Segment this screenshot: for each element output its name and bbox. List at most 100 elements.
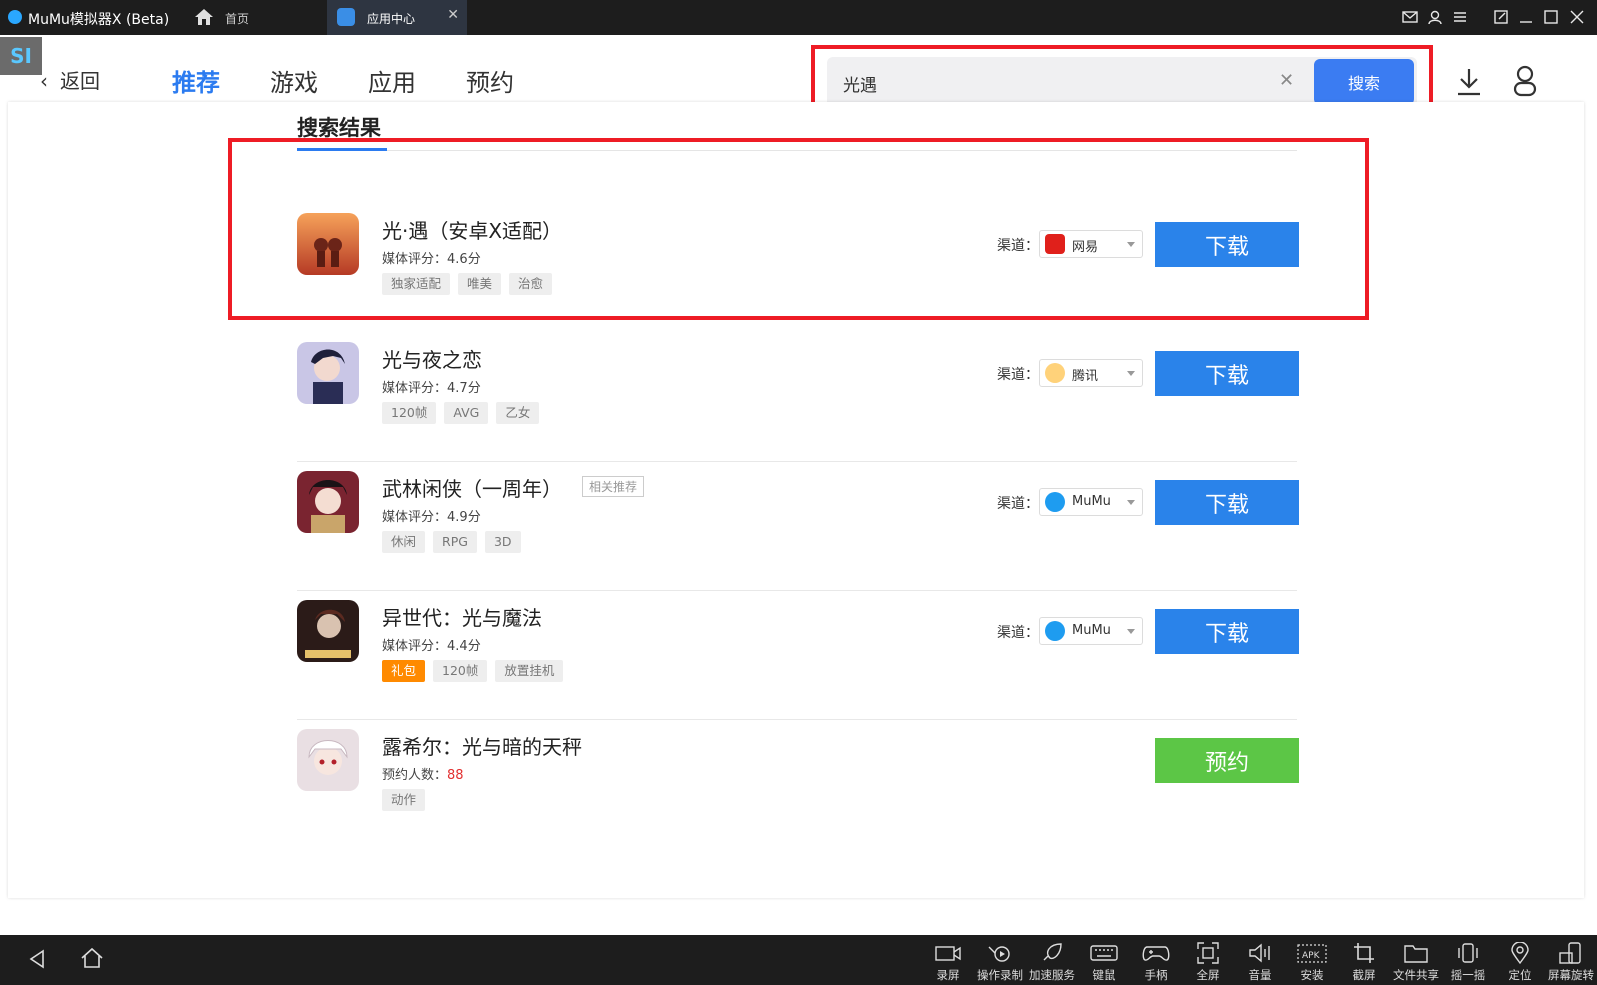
fullscreen-icon	[1182, 941, 1234, 965]
tool-file-share[interactable]: 文件共享	[1390, 941, 1442, 983]
android-back-icon[interactable]	[28, 949, 46, 973]
reserve-count: 预约人数：88	[382, 768, 464, 783]
tab-app-center[interactable]: 应用中心 ✕	[327, 0, 467, 35]
result-item[interactable]: 露希尔：光与暗的天秤 预约人数：88 动作 预约	[297, 729, 1299, 849]
tool-rotate[interactable]: 屏幕旋转	[1545, 941, 1597, 983]
tab-reserve[interactable]: 预约	[466, 63, 514, 98]
keyboard-icon	[1078, 941, 1130, 965]
folder-icon	[1390, 941, 1442, 965]
tag: 休闲	[382, 531, 426, 553]
download-button[interactable]: 下载	[1155, 609, 1299, 654]
app-title: MuMu模拟器X (Beta)	[28, 12, 170, 28]
app-rating: 媒体评分：4.9分	[382, 510, 481, 525]
tab-app-center-label: 应用中心	[367, 12, 416, 26]
download-button[interactable]: 下载	[1155, 480, 1299, 525]
app-icon-wulin[interactable]	[297, 471, 359, 533]
tool-keymap[interactable]: 键鼠	[1078, 941, 1130, 983]
minimize-icon[interactable]	[1515, 6, 1537, 28]
app-icon-light-and-night[interactable]	[297, 342, 359, 404]
app-center-icon	[337, 8, 355, 26]
mumu-channel-icon	[1045, 492, 1065, 512]
reserve-button[interactable]: 预约	[1155, 738, 1299, 783]
app-icon-chronicle[interactable]	[297, 600, 359, 662]
tool-macro-record[interactable]: 操作录制	[974, 941, 1026, 983]
channel-name: MuMu	[1072, 494, 1111, 509]
tab-close-icon[interactable]: ✕	[447, 7, 459, 23]
channel-label: 渠道：	[997, 367, 1039, 383]
tab-recommend[interactable]: 推荐	[172, 63, 220, 98]
account-icon[interactable]	[1424, 6, 1446, 28]
home-tab-label[interactable]: 首页	[225, 10, 249, 27]
tool-shake[interactable]: 摇一摇	[1442, 941, 1494, 983]
tab-games[interactable]: 游戏	[270, 63, 318, 98]
tab-apps[interactable]: 应用	[368, 63, 416, 98]
back-label: 返回	[60, 69, 100, 93]
app-tags: 120帧 AVG 乙女	[382, 402, 540, 424]
channel-name: 腾讯	[1072, 369, 1099, 384]
tool-record-screen[interactable]: 录屏	[922, 941, 974, 983]
result-item[interactable]: 武林闲侠（一周年） 相关推荐 媒体评分：4.9分 休闲 RPG 3D 渠道： M…	[297, 471, 1299, 591]
row-divider	[297, 461, 1297, 462]
tool-fullscreen[interactable]: 全屏	[1182, 941, 1234, 983]
tool-install-apk[interactable]: APK 安装	[1286, 941, 1338, 983]
close-window-icon[interactable]	[1566, 6, 1588, 28]
app-name[interactable]: 异世代：光与魔法	[382, 602, 542, 631]
tag: AVG	[444, 402, 489, 424]
channel-select[interactable]: MuMu	[1039, 617, 1143, 645]
tag: 120帧	[433, 660, 488, 682]
app-name[interactable]: 武林闲侠（一周年）	[382, 473, 562, 502]
user-center-icon[interactable]	[1512, 65, 1538, 101]
bottom-toolbar: 录屏 操作录制 加速服务 键鼠 手柄 全屏 音量 APK 安装 截屏 文件共享 …	[0, 935, 1597, 985]
download-button[interactable]: 下载	[1155, 351, 1299, 396]
android-home-icon[interactable]	[80, 947, 104, 973]
result-item[interactable]: 异世代：光与魔法 媒体评分：4.4分 礼包 120帧 放置挂机 渠道： MuMu…	[297, 600, 1299, 720]
tool-accelerate[interactable]: 加速服务	[1026, 941, 1078, 983]
tag: RPG	[433, 531, 477, 553]
gift-tag: 礼包	[382, 660, 426, 682]
camera-icon	[922, 941, 974, 965]
tag: 3D	[484, 531, 521, 553]
tool-screenshot[interactable]: 截屏	[1338, 941, 1390, 983]
download-manager-icon[interactable]	[1456, 67, 1482, 101]
app-icon-lucille[interactable]	[297, 729, 359, 791]
chevron-down-icon	[1127, 500, 1135, 505]
chevron-left-icon: ‹	[40, 69, 48, 93]
channel-select[interactable]: MuMu	[1039, 488, 1143, 516]
tool-gamepad[interactable]: 手柄	[1130, 941, 1182, 983]
app-tags: 休闲 RPG 3D	[382, 531, 521, 553]
home-icon[interactable]	[194, 8, 214, 30]
tool-location[interactable]: 定位	[1494, 941, 1546, 983]
result-item[interactable]: 光与夜之恋 媒体评分：4.7分 120帧 AVG 乙女 渠道： 腾讯 下载	[297, 342, 1299, 462]
gamepad-icon	[1130, 941, 1182, 965]
apk-icon: APK	[1286, 941, 1338, 965]
app-name[interactable]: 露希尔：光与暗的天秤	[382, 731, 582, 760]
mumu-logo-icon	[8, 10, 22, 24]
result-highlight-box	[228, 138, 1369, 320]
rocket-icon	[1026, 941, 1078, 965]
restore-small-icon[interactable]	[1490, 6, 1512, 28]
app-tags: 动作	[382, 789, 426, 811]
app-rating: 媒体评分：4.7分	[382, 381, 481, 396]
shake-icon	[1442, 941, 1494, 965]
chevron-down-icon	[1127, 629, 1135, 634]
mumu-channel-icon	[1045, 621, 1065, 641]
tencent-logo-icon	[1045, 363, 1065, 383]
channel-label: 渠道：	[997, 625, 1039, 641]
channel-select[interactable]: 腾讯	[1039, 359, 1143, 387]
mail-icon[interactable]	[1399, 6, 1421, 28]
user-avatar[interactable]: SI	[0, 37, 42, 75]
back-button[interactable]: ‹ 返回	[40, 65, 100, 94]
channel-label: 渠道：	[997, 496, 1039, 512]
channel-name: MuMu	[1072, 623, 1111, 638]
tool-volume[interactable]: 音量	[1234, 941, 1286, 983]
related-recommend-badge: 相关推荐	[582, 476, 645, 497]
location-pin-icon	[1494, 941, 1546, 965]
maximize-icon[interactable]	[1540, 6, 1562, 28]
volume-icon	[1234, 941, 1286, 965]
menu-icon[interactable]	[1449, 6, 1471, 28]
row-divider	[297, 719, 1297, 720]
app-name[interactable]: 光与夜之恋	[382, 344, 482, 373]
row-divider	[297, 590, 1297, 591]
svg-text:APK: APK	[1302, 951, 1321, 961]
tag: 动作	[382, 789, 426, 811]
